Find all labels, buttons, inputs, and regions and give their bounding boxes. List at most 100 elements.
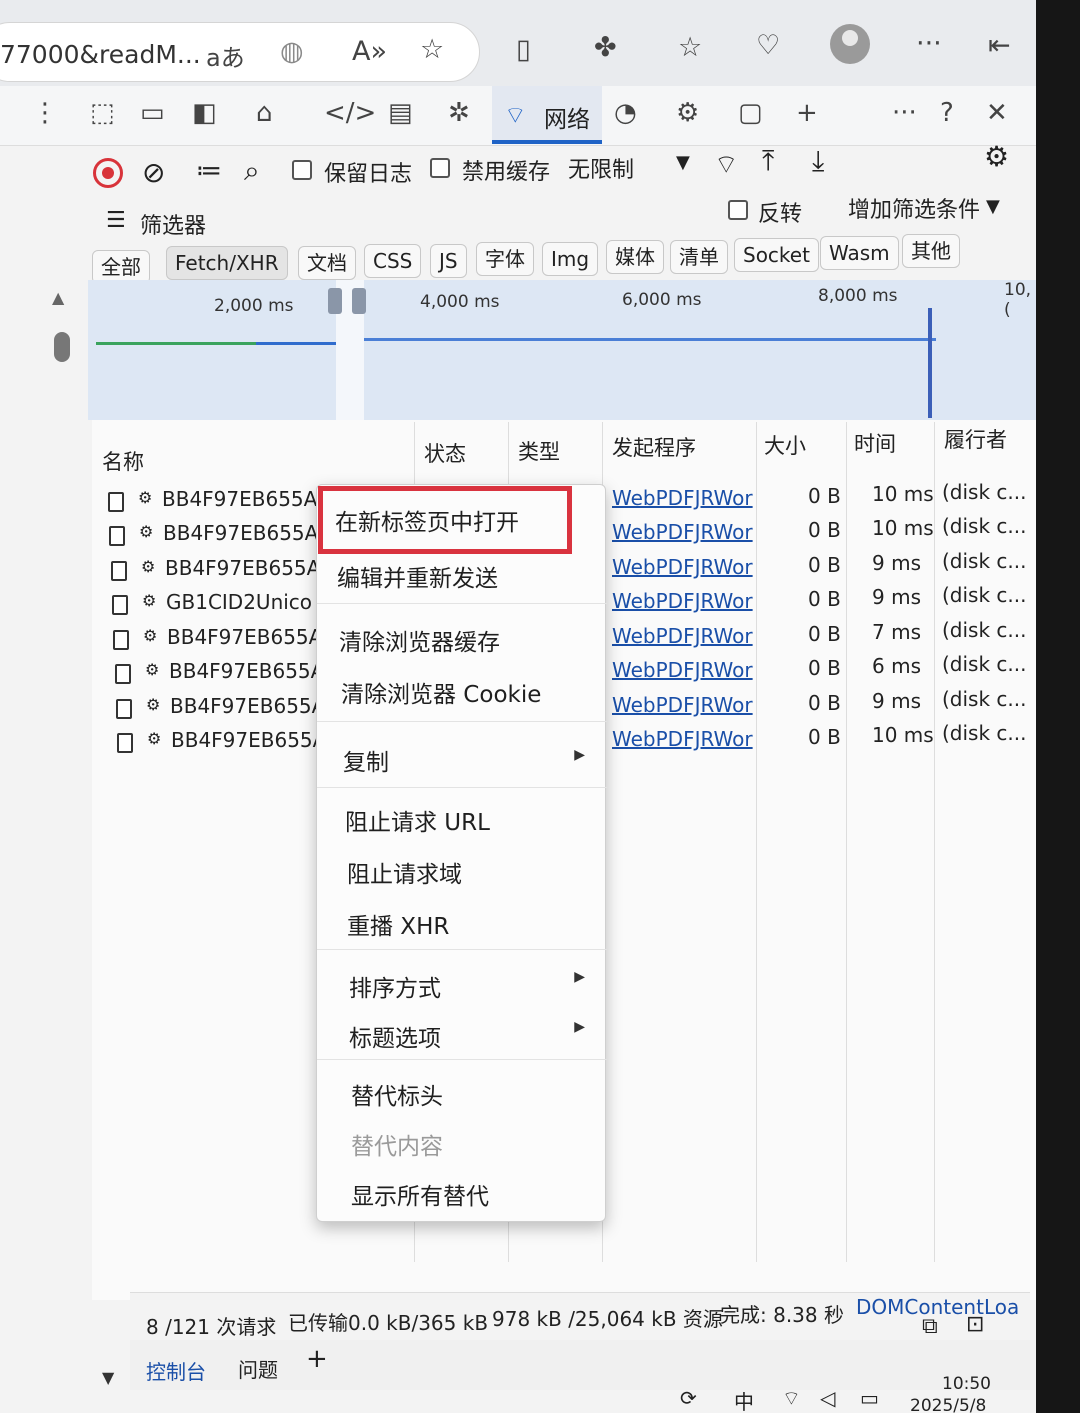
more-icon[interactable]: ··· [916,28,942,59]
menu-item-block-url[interactable]: 阻止请求 URL [345,803,490,837]
column-header-time[interactable]: 时间 [854,428,896,458]
battery-icon[interactable]: ▭ [860,1386,879,1410]
add-drawer-tab-icon[interactable]: + [306,1344,328,1374]
filter-pill-doc[interactable]: 文档 [298,246,356,280]
bug-icon[interactable]: ✲ [448,98,470,128]
performance-icon[interactable]: ◔ [614,98,637,128]
request-name[interactable]: GB1CID2Unico [166,590,312,614]
clear-icon[interactable]: ⊘ [142,156,165,189]
dock-drawer-icon[interactable]: ⧉ [922,1314,938,1339]
more-icon[interactable]: ··· [892,98,917,128]
clock-date[interactable]: 2025/5/8 [910,1396,986,1413]
request-initiator-link[interactable]: WebPDFJRWor [612,520,753,544]
column-header-status[interactable]: 状态 [424,438,466,468]
device-icon[interactable]: ▭ [140,98,165,128]
dock-icon[interactable]: ◧ [192,98,217,128]
application-icon[interactable]: ▢ [738,98,763,128]
column-header-name[interactable]: 名称 [102,446,144,476]
menu-item-copy[interactable]: 复制 [343,743,389,777]
filter-pill-css[interactable]: CSS [364,244,422,278]
filter-pill-js[interactable]: JS [430,244,467,278]
import-icon[interactable]: ⤒ [762,144,774,178]
request-initiator-link[interactable]: WebPDFJRWor [612,727,753,751]
clock-time[interactable]: 10:50 [942,1374,991,1394]
column-header-initiator[interactable]: 发起程序 [612,432,696,462]
filter-pill-font[interactable]: 字体 [476,242,534,276]
filter-pill-manifest[interactable]: 清单 [670,240,728,274]
filter-pill-img[interactable]: Img [542,242,599,276]
chevron-down-icon[interactable]: ▼ [676,152,690,173]
record-button[interactable] [93,158,123,188]
refresh-icon[interactable]: ⟳ [680,1386,697,1410]
health-icon[interactable]: ♡ [756,30,780,61]
request-name[interactable]: BB4F97EB655A [167,625,322,649]
menu-item-edit-and-resend[interactable]: 编辑并重新发送 [337,559,498,593]
scroll-down-icon[interactable]: ▼ [102,1368,114,1387]
wifi-icon[interactable]: ⌔ [782,1386,801,1411]
request-initiator-link[interactable]: WebPDFJRWor [612,624,753,648]
filter-pill-socket[interactable]: Socket [734,238,819,272]
request-initiator-link[interactable]: WebPDFJRWor [612,555,753,579]
request-name[interactable]: BB4F97EB655A [165,556,320,580]
text-size-icon[interactable]: A» [352,36,387,67]
filter-pill-media[interactable]: 媒体 [606,240,664,274]
console-icon[interactable]: ▤ [388,98,413,128]
filter-pill-fetch-xhr[interactable]: Fetch/XHR [166,246,288,280]
filter-settings-icon[interactable]: ≔ [196,156,222,186]
column-header-fulfilled-by[interactable]: 履行者 [944,424,1007,454]
close-icon[interactable]: ✕ [986,98,1008,128]
undock-icon[interactable]: ⊡ [966,1312,984,1337]
filter-label[interactable]: 筛选器 [140,208,206,240]
invert-checkbox[interactable] [728,200,748,220]
help-icon[interactable]: ? [940,98,954,128]
filter-pill-all[interactable]: 全部 [92,250,150,284]
scrollbar-thumb[interactable] [54,332,70,362]
filter-pill-wasm[interactable]: Wasm [820,236,899,270]
menu-item-header-options[interactable]: 标题选项 [349,1019,441,1053]
network-conditions-icon[interactable]: ⌔ [714,148,738,181]
request-initiator-link[interactable]: WebPDFJRWor [612,658,753,682]
request-initiator-link[interactable]: WebPDFJRWor [612,486,753,510]
tab-issues[interactable]: 问题 [238,1354,278,1383]
read-aloud-icon[interactable]: aあ [206,38,245,73]
menu-item-block-domain[interactable]: 阻止请求域 [347,855,462,889]
page-icon[interactable]: ▯ [516,34,531,65]
tab-console[interactable]: 控制台 [146,1356,206,1385]
menu-item-clear-cookies[interactable]: 清除浏览器 Cookie [341,675,541,709]
home-icon[interactable]: ⌂ [256,98,273,128]
request-name[interactable]: BB4F97EB655A [170,694,325,718]
overview-handle-left[interactable] [328,288,342,314]
column-header-size[interactable]: 大小 [764,430,806,460]
volume-icon[interactable]: ◁ [820,1386,835,1410]
more-filters-dropdown[interactable]: 增加筛选条件 [848,192,980,224]
menu-item-override-headers[interactable]: 替代标头 [351,1077,443,1111]
search-icon[interactable]: ⌕ [244,154,260,188]
ime-indicator[interactable]: 中 [734,1386,754,1413]
menu-item-show-all-overrides[interactable]: 显示所有替代 [351,1177,489,1211]
menu-item-sort-by[interactable]: 排序方式 [349,969,441,1003]
request-name[interactable]: BB4F97EB655A [169,659,324,683]
vertical-more-icon[interactable]: ⋮ [32,98,58,128]
disable-cache-checkbox[interactable] [430,158,450,178]
sidebar-toggle-icon[interactable]: ⇤ [988,30,1011,61]
preserve-log-checkbox[interactable] [292,160,312,180]
request-initiator-link[interactable]: WebPDFJRWor [612,693,753,717]
scroll-up-icon[interactable]: ▲ [52,288,64,307]
chevron-down-icon[interactable]: ▼ [986,196,1000,217]
cpu-icon[interactable]: ⚙ [676,98,699,128]
favorites-list-icon[interactable]: ☆ [678,32,702,63]
request-name[interactable]: BB4F97EB655A [163,521,318,545]
favorite-star-icon[interactable]: ☆ [420,34,444,65]
filter-pill-other[interactable]: 其他 [902,234,960,268]
request-name[interactable]: BB4F97EB655A [171,728,326,752]
profile-icon[interactable] [830,24,870,64]
column-header-type[interactable]: 类型 [518,436,560,466]
add-tab-icon[interactable]: + [796,98,818,128]
elements-icon[interactable]: </> [324,98,376,128]
address-text[interactable]: 77000&readM... [0,40,201,69]
export-icon[interactable]: ⤓ [812,144,824,178]
request-initiator-link[interactable]: WebPDFJRWor [612,589,753,613]
throttling-select[interactable]: 无限制 [568,152,634,184]
request-name[interactable]: BB4F97EB655A [162,487,317,511]
overview-handle-right[interactable] [352,288,366,314]
